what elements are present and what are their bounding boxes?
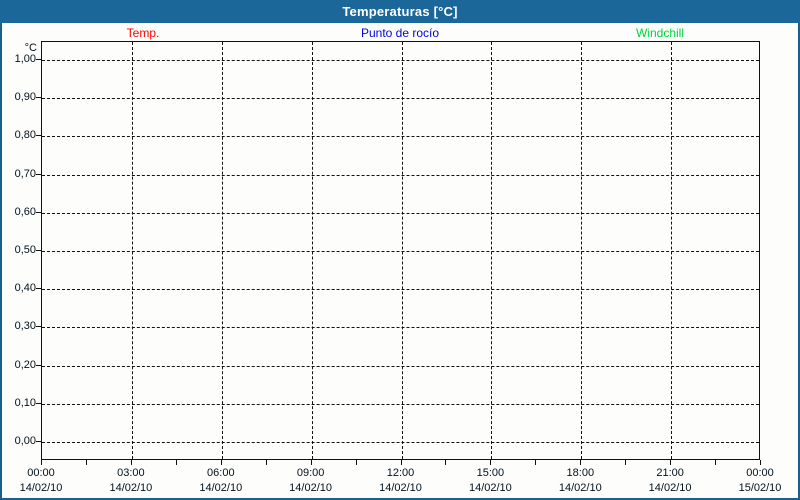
x-axis-major-tick [490,460,492,465]
x-axis-major-tick [130,460,132,465]
x-tick-time-label: 00:00 [746,467,774,479]
y-tick-label: 0,80 [14,129,36,142]
x-grid-line [311,42,313,459]
y-grid-line [42,365,759,367]
x-tick-time-label: 06:00 [207,467,235,479]
y-tick-label: 0,30 [14,320,36,333]
x-axis-minor-tick [85,460,87,465]
x-axis-minor-tick [355,460,357,465]
x-axis-minor-tick [265,460,267,465]
y-tick-label: 0,50 [14,244,36,256]
x-axis-major-tick [41,460,42,465]
x-tick-date-label: 14/02/10 [379,482,422,494]
y-axis-tick [36,97,41,99]
y-grid-line [42,403,759,405]
x-tick-time-label: 00:00 [27,467,55,479]
chart-window: Temperaturas [°C] Temp. Punto de rocío W… [0,0,800,500]
x-grid-line [221,42,223,459]
x-grid-line [131,42,133,459]
x-tick-date-label: 14/02/10 [109,482,153,494]
y-tick-label: 0,40 [14,282,36,295]
y-tick-label: 0,00 [14,435,36,447]
x-tick-time-label: 15:00 [476,467,505,479]
y-tick-label: 0,10 [14,396,36,409]
x-grid-line [581,42,583,459]
x-tick-date-label: 14/02/10 [468,482,512,494]
x-grid-line [671,42,673,459]
y-tick-label: 0,20 [14,358,36,371]
y-axis-tick [36,211,41,213]
plot-area [41,41,760,460]
y-axis-tick [36,326,41,328]
y-axis-tick [36,59,41,60]
x-tick-date-label: 14/02/10 [19,482,63,494]
x-axis-minor-tick [625,460,627,465]
y-grid-line [42,251,759,252]
y-grid-line [42,289,759,291]
y-grid-line [42,98,759,100]
legend-item-windchill: Windchill [635,26,685,40]
y-grid-line [42,442,759,443]
y-axis-tick [36,441,41,442]
x-axis-major-tick [400,460,402,465]
x-tick-date-label: 14/02/10 [289,482,332,494]
y-grid-line [42,212,759,214]
legend-item-temp: Temp. [126,26,160,40]
x-axis-major-tick [580,460,582,465]
x-tick-date-label: 14/02/10 [648,482,692,494]
y-grid-line [42,136,759,138]
y-axis-tick [36,364,41,366]
x-axis-major-tick [220,460,222,465]
y-axis-tick [36,288,41,290]
chart-title: Temperaturas [°C] [342,4,458,19]
x-axis-minor-tick [715,460,717,465]
y-axis-tick [36,250,41,251]
x-tick-time-label: 21:00 [656,467,684,479]
y-axis-tick [36,135,41,137]
x-tick-time-label: 09:00 [296,467,325,479]
x-grid-line [491,42,493,459]
x-tick-time-label: 12:00 [386,467,415,479]
x-axis-major-tick [670,460,672,465]
legend-item-dew-point: Punto de rocío [360,26,440,40]
y-grid-line [42,174,759,176]
x-axis-minor-tick [445,460,447,465]
y-grid-line [42,327,759,329]
x-axis-minor-tick [535,460,537,465]
y-axis-tick [36,402,41,404]
x-tick-date-label: 14/02/10 [558,482,602,494]
x-axis-major-tick [760,460,761,465]
x-tick-time-label: 03:00 [117,467,145,479]
y-tick-label: 0,90 [14,91,36,104]
y-tick-label: 1,00 [14,53,36,65]
title-bar: Temperaturas [°C] [0,0,800,23]
x-tick-date-label: 15/02/10 [738,482,782,494]
x-axis-minor-tick [175,460,177,465]
x-axis-major-tick [310,460,312,465]
x-tick-date-label: 14/02/10 [199,482,243,494]
y-tick-label: 0,60 [14,205,36,218]
y-axis-tick [36,173,41,175]
y-tick-label: 0,70 [14,167,36,180]
x-tick-time-label: 18:00 [566,467,595,479]
y-grid-line [42,60,759,61]
x-grid-line [401,42,403,459]
